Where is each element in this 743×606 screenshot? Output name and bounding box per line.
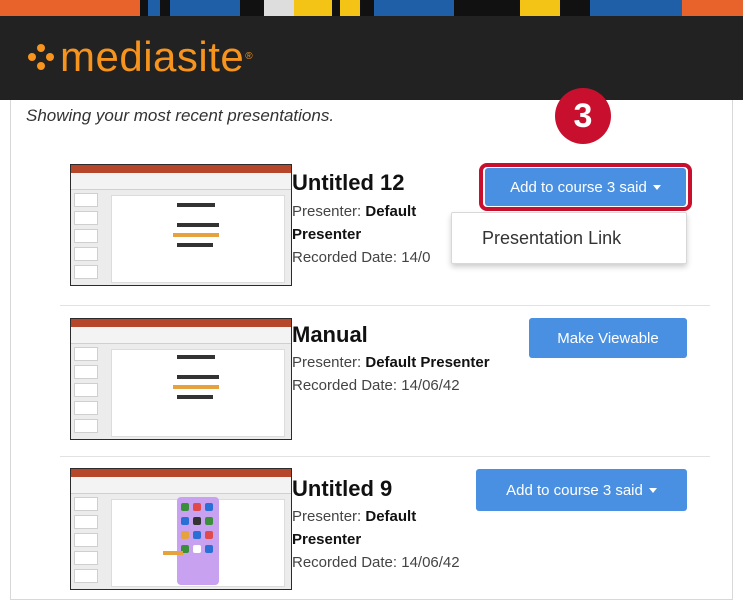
presentation-title[interactable]: Untitled 9 [292, 476, 392, 502]
action-dropdown-menu: Presentation Link [451, 212, 687, 264]
presentation-meta: Presenter: Default Presenter Recorded Da… [292, 354, 490, 394]
presentation-meta: Presenter: Default Presenter Recorded Da… [292, 508, 460, 571]
presentation-title[interactable]: Untitled 12 [292, 170, 404, 196]
panel-border [10, 599, 733, 600]
presentation-thumbnail[interactable] [70, 318, 292, 440]
presentation-title[interactable]: Manual [292, 322, 368, 348]
panel-border [732, 100, 733, 600]
presentation-thumbnail[interactable] [70, 468, 292, 590]
app-header: mediasite® [0, 16, 743, 100]
logo-text: mediasite® [60, 33, 254, 80]
row-divider [60, 456, 710, 457]
make-viewable-button[interactable]: Make Viewable [529, 318, 687, 358]
caret-down-icon [652, 184, 661, 190]
brand-stripe [0, 0, 743, 16]
add-to-course-button[interactable]: Add to course 3 said [485, 168, 686, 206]
phone-screenshot-image [177, 497, 219, 585]
mediasite-logo[interactable]: mediasite® [28, 36, 253, 78]
panel-border [10, 100, 11, 600]
step-number-badge: 3 [555, 88, 611, 144]
add-to-course-button[interactable]: Add to course 3 said [476, 469, 687, 511]
presentation-meta: Presenter: Default Presenter Recorded Da… [292, 203, 431, 266]
intro-text: Showing your most recent presentations. [26, 106, 335, 125]
row-divider [60, 305, 710, 306]
menu-item-presentation-link[interactable]: Presentation Link [482, 228, 621, 249]
caret-down-icon [648, 487, 657, 493]
presentation-thumbnail[interactable] [70, 164, 292, 286]
logo-dots-icon [28, 44, 54, 70]
